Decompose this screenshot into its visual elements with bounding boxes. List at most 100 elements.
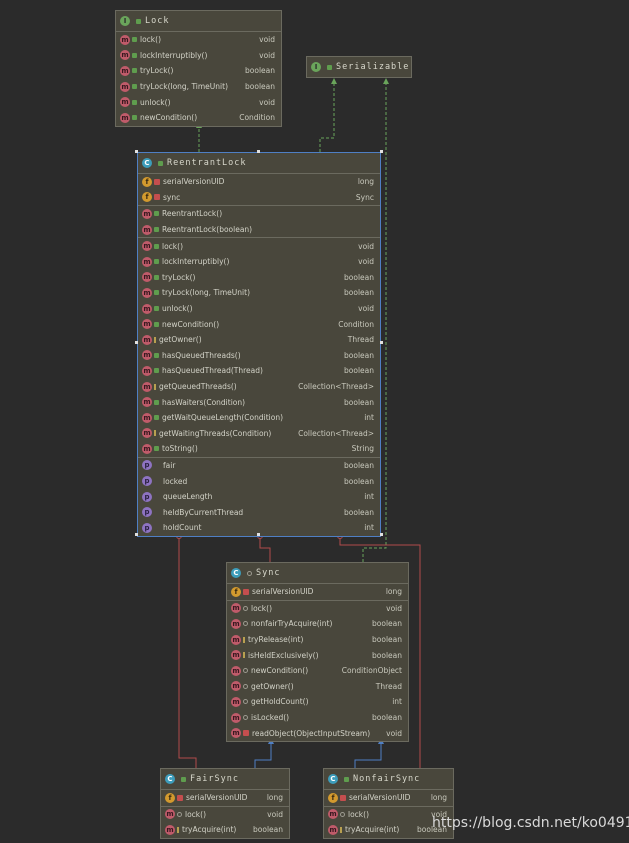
- member-row[interactable]: m newCondition() ConditionObject: [227, 663, 408, 679]
- member-row[interactable]: m tryLock(long, TimeUnit) boolean: [138, 285, 380, 301]
- visibility-icon: [154, 194, 160, 201]
- visibility-icon: [177, 811, 182, 817]
- member-type: boolean: [344, 507, 374, 517]
- member-row[interactable]: f serialVersionUID long: [138, 174, 380, 190]
- member-row[interactable]: m readObject(ObjectInputStream) void: [227, 725, 408, 741]
- class-header[interactable]: C NonfairSync: [324, 769, 453, 790]
- member-type: void: [259, 97, 275, 107]
- member-row[interactable]: m hasQueuedThreads() boolean: [138, 348, 380, 364]
- method-icon: m: [231, 650, 241, 661]
- class-node-sync[interactable]: C Sync f serialVersionUID long m lock() void m no…: [226, 562, 409, 742]
- visibility-icon: [243, 621, 248, 627]
- member-row[interactable]: m tryAcquire(int) boolean: [161, 822, 289, 838]
- member-type: boolean: [372, 619, 402, 629]
- member-row[interactable]: m hasQueuedThread(Thread) boolean: [138, 363, 380, 379]
- member-row[interactable]: f serialVersionUID long: [227, 584, 408, 600]
- member-row[interactable]: m tryLock(long, TimeUnit) boolean: [116, 79, 281, 95]
- member-row[interactable]: m tryRelease(int) boolean: [227, 632, 408, 648]
- selection-handle[interactable]: [380, 533, 383, 536]
- selection-handle[interactable]: [135, 533, 138, 536]
- member-name: serialVersionUID: [349, 793, 411, 803]
- member-name: lock(): [140, 35, 161, 45]
- visibility-icon: [132, 99, 137, 105]
- member-name: lock(): [162, 241, 183, 251]
- class-node-serializable[interactable]: I Serializable: [306, 56, 412, 78]
- selection-handle[interactable]: [380, 341, 383, 344]
- member-row[interactable]: p fair boolean: [138, 458, 380, 474]
- member-section: m lock() void m tryAcquire(int) boolean: [161, 807, 289, 838]
- visibility-icon: [154, 368, 159, 374]
- member-row[interactable]: f serialVersionUID long: [324, 790, 453, 806]
- member-name: isHeldExclusively(): [248, 650, 319, 660]
- method-icon: m: [231, 681, 241, 692]
- visibility-icon: [247, 570, 252, 576]
- member-name: hasQueuedThreads(): [162, 350, 241, 360]
- class-header[interactable]: C Sync: [227, 563, 408, 584]
- member-row[interactable]: f sync Sync: [138, 190, 380, 206]
- member-type: long: [430, 793, 447, 803]
- member-row[interactable]: m getOwner() Thread: [227, 679, 408, 695]
- member-type: boolean: [372, 713, 402, 723]
- member-row[interactable]: m ReentrantLock(): [138, 206, 380, 222]
- class-header[interactable]: C FairSync: [161, 769, 289, 790]
- class-node-fairsync[interactable]: C FairSync f serialVersionUID long m lock() voi…: [160, 768, 290, 839]
- member-row[interactable]: m lockInterruptibly() void: [138, 254, 380, 270]
- member-row[interactable]: m unlock() void: [116, 94, 281, 110]
- member-row[interactable]: m getOwner() Thread: [138, 332, 380, 348]
- member-row[interactable]: p queueLength int: [138, 489, 380, 505]
- member-row[interactable]: m getHoldCount() int: [227, 694, 408, 710]
- visibility-icon: [154, 509, 160, 515]
- member-type: Condition: [338, 319, 374, 329]
- class-node-lock[interactable]: I Lock m lock() void m lockInterruptibly() void…: [115, 10, 282, 127]
- class-title: Lock: [145, 16, 170, 26]
- member-row[interactable]: m hasWaiters(Condition) boolean: [138, 394, 380, 410]
- member-row[interactable]: m getWaitQueueLength(Condition) int: [138, 410, 380, 426]
- member-name: ReentrantLock(boolean): [162, 225, 253, 235]
- class-header[interactable]: I Serializable: [307, 57, 411, 77]
- member-row[interactable]: m tryLock() boolean: [116, 63, 281, 79]
- selection-handle[interactable]: [135, 341, 138, 344]
- member-row[interactable]: m lock() void: [116, 32, 281, 48]
- selection-handle[interactable]: [380, 150, 383, 153]
- member-name: getOwner(): [251, 681, 294, 691]
- member-name: tryAcquire(int): [182, 825, 237, 835]
- member-row[interactable]: m lock() void: [138, 238, 380, 254]
- member-name: tryLock(): [140, 66, 174, 76]
- member-row[interactable]: m getWaitingThreads(Condition) Collection<…: [138, 426, 380, 442]
- member-row[interactable]: m getQueuedThreads() Collection<Thread>: [138, 379, 380, 395]
- member-row[interactable]: m isLocked() boolean: [227, 710, 408, 726]
- member-name: heldByCurrentThread: [163, 507, 244, 517]
- member-type: void: [259, 35, 275, 45]
- member-section: f serialVersionUID long: [227, 584, 408, 601]
- member-name: tryRelease(int): [248, 635, 304, 645]
- member-type: void: [386, 728, 402, 738]
- selection-handle[interactable]: [257, 150, 260, 153]
- member-row[interactable]: m toString() String: [138, 441, 380, 457]
- member-row[interactable]: p locked boolean: [138, 473, 380, 489]
- member-row[interactable]: m newCondition() Condition: [138, 316, 380, 332]
- member-row[interactable]: p heldByCurrentThread boolean: [138, 504, 380, 520]
- selection-handle[interactable]: [257, 533, 260, 536]
- member-row[interactable]: m isHeldExclusively() boolean: [227, 647, 408, 663]
- member-row[interactable]: m lock() void: [227, 601, 408, 617]
- visibility-icon: [154, 274, 159, 280]
- class-header[interactable]: C ReentrantLock: [138, 153, 380, 174]
- visibility-icon: [154, 336, 156, 343]
- visibility-icon: [154, 494, 160, 500]
- class-header[interactable]: I Lock: [116, 11, 281, 32]
- visibility-icon: [154, 227, 159, 233]
- member-row[interactable]: m lock() void: [161, 807, 289, 823]
- member-row[interactable]: m tryLock() boolean: [138, 270, 380, 286]
- member-name: hasQueuedThread(Thread): [162, 366, 263, 376]
- member-row[interactable]: m nonfairTryAcquire(int) boolean: [227, 616, 408, 632]
- member-row[interactable]: m lockInterruptibly() void: [116, 48, 281, 64]
- class-node-reentrantlock[interactable]: C ReentrantLock f serialVersionUID long f sync…: [137, 152, 381, 537]
- member-row[interactable]: m newCondition() Condition: [116, 110, 281, 126]
- class-title: FairSync: [190, 774, 239, 784]
- member-name: getHoldCount(): [251, 697, 309, 707]
- member-row[interactable]: m unlock() void: [138, 301, 380, 317]
- member-row[interactable]: m ReentrantLock(boolean): [138, 222, 380, 238]
- member-row[interactable]: f serialVersionUID long: [161, 790, 289, 806]
- member-type: boolean: [344, 288, 374, 298]
- selection-handle[interactable]: [135, 150, 138, 153]
